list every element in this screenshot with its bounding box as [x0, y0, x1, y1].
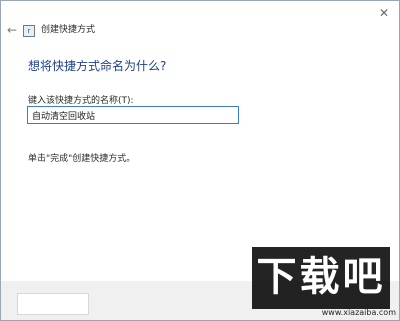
- close-icon[interactable]: ✕: [374, 5, 394, 21]
- page-heading: 想将快捷方式命名为什么?: [28, 59, 167, 73]
- title-bar: ← r 创建快捷方式 ✕: [1, 1, 399, 37]
- watermark-url: www.xiazaiba.com: [321, 308, 396, 317]
- shortcut-name-label: 键入该快捷方式的名称(T):: [28, 96, 134, 106]
- window-title: 创建快捷方式: [41, 25, 96, 35]
- shortcut-wizard-icon: r: [23, 25, 35, 37]
- watermark-logo: 下载吧: [252, 247, 390, 309]
- back-arrow-icon[interactable]: ←: [5, 23, 19, 37]
- footer-button[interactable]: [17, 293, 89, 315]
- shortcut-name-input[interactable]: [27, 106, 239, 124]
- finish-instruction: 单击"完成"创建快捷方式。: [28, 154, 136, 164]
